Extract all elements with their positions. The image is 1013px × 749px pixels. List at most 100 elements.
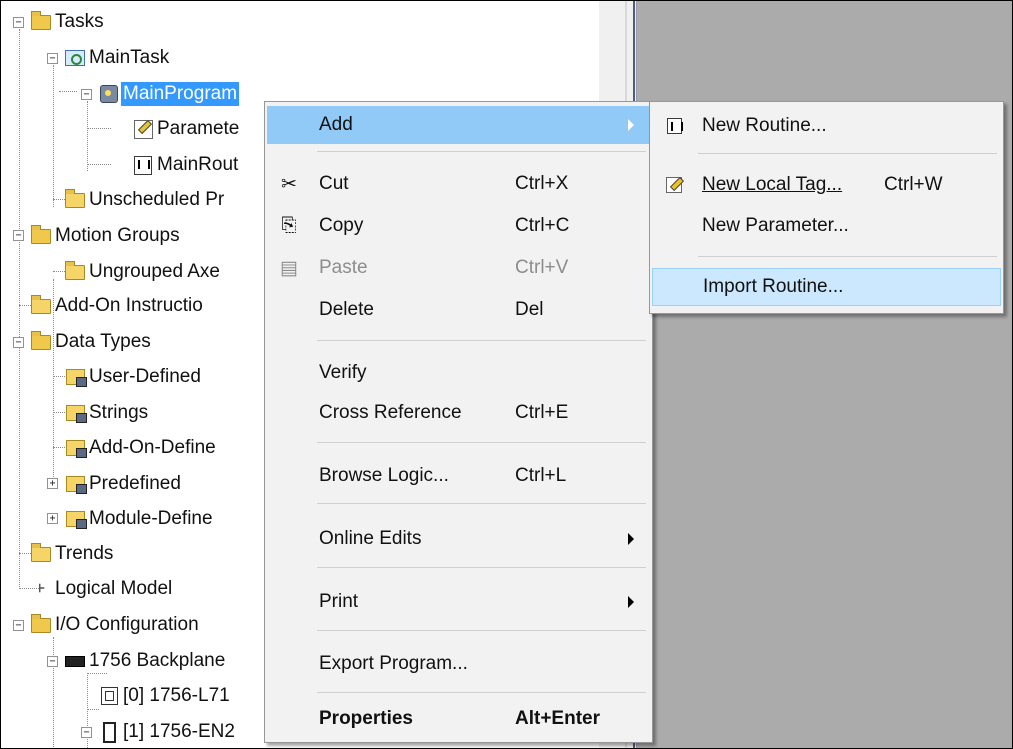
- tree-line: [53, 65, 54, 207]
- menu-item-new-parameter[interactable]: New Parameter...: [652, 208, 1001, 244]
- tree-item-predefined[interactable]: Predefined: [65, 470, 183, 498]
- tree-item-label: MainProgram: [119, 81, 241, 107]
- folder-open-icon: [31, 330, 51, 352]
- tree-item-motion-groups[interactable]: Motion Groups: [31, 222, 182, 250]
- tree-item-mainprogram[interactable]: MainProgram: [99, 80, 241, 108]
- menu-shortcut: Ctrl+V: [515, 257, 569, 278]
- tree-item-user-defined[interactable]: User-Defined: [65, 363, 203, 391]
- tree-item-ungrouped-axes[interactable]: Ungrouped Axe: [65, 258, 222, 286]
- tree-item-label: Data Types: [55, 331, 151, 352]
- tree-item-parameters[interactable]: Paramete: [133, 115, 241, 143]
- tree-item-strings[interactable]: Strings: [65, 399, 150, 427]
- collapse-toggle[interactable]: −: [47, 656, 58, 667]
- tree-item-label: Strings: [89, 402, 149, 423]
- tree-item-label: MainRout: [157, 154, 239, 175]
- menu-item-cut[interactable]: ✂ Cut Ctrl+X: [267, 166, 650, 202]
- menu-item-label: Delete: [319, 299, 374, 320]
- tree-item-label: Add-On Instructio: [55, 295, 203, 316]
- menu-item-print[interactable]: Print: [267, 584, 650, 620]
- menu-shortcut: Ctrl+W: [884, 174, 943, 195]
- menu-item-export-program[interactable]: Export Program...: [267, 646, 650, 682]
- folder-icon: [31, 542, 51, 564]
- parameters-icon: [133, 119, 153, 139]
- folder-open-icon: [31, 613, 51, 635]
- menu-item-delete[interactable]: Delete Del: [267, 292, 650, 328]
- menu-item-new-routine[interactable]: New Routine...: [652, 108, 1001, 144]
- tree-item-unscheduled-programs[interactable]: Unscheduled Pr: [65, 186, 226, 214]
- logical-model-icon: Ꮀ: [38, 582, 45, 595]
- tree-item-1756-l71[interactable]: [0] 1756-L71: [99, 682, 232, 710]
- program-icon: [99, 84, 119, 104]
- tree-item-label: Tasks: [55, 11, 104, 32]
- menu-shortcut: Alt+Enter: [515, 708, 600, 729]
- collapse-toggle[interactable]: −: [47, 53, 58, 64]
- data-type-folder-icon: [65, 438, 87, 458]
- menu-item-label: Cross Reference: [319, 402, 462, 423]
- tree-item-add-on-instructions[interactable]: Add-On Instructio: [31, 292, 205, 320]
- menu-item-label: Properties: [319, 708, 413, 729]
- menu-shortcut: Ctrl+C: [515, 215, 570, 236]
- tree-item-add-on-defined[interactable]: Add-On-Define: [65, 434, 218, 462]
- menu-item-label: Browse Logic...: [319, 465, 449, 486]
- tree-item-label: Module-Define: [89, 508, 213, 529]
- menu-item-verify[interactable]: Verify: [267, 355, 650, 391]
- menu-item-label: New Parameter...: [702, 215, 849, 236]
- menu-item-browse-logic[interactable]: Browse Logic... Ctrl+L: [267, 458, 650, 494]
- menu-item-copy[interactable]: ⎘ Copy Ctrl+C: [267, 208, 650, 244]
- tree-item-1756-backplane[interactable]: 1756 Backplane: [65, 647, 227, 675]
- menu-item-label: Copy: [319, 215, 364, 236]
- collapse-toggle[interactable]: −: [13, 620, 24, 631]
- menu-item-label: Online Edits: [319, 528, 422, 549]
- menu-item-online-edits[interactable]: Online Edits: [267, 521, 650, 557]
- tree-item-1756-en2[interactable]: [1] 1756-EN2: [99, 718, 237, 746]
- menu-item-label: New Local Tag...: [702, 174, 843, 195]
- menu-item-label: Export Program...: [319, 653, 468, 674]
- application-window: − − − − − + + − − − Tasks MainTask MainP…: [0, 0, 1013, 749]
- menu-shortcut: Ctrl+X: [515, 173, 569, 194]
- menu-item-add[interactable]: Add: [267, 106, 650, 144]
- tree-line: [19, 29, 20, 589]
- menu-item-cross-reference[interactable]: Cross Reference Ctrl+E: [267, 395, 650, 431]
- expand-toggle[interactable]: +: [47, 478, 58, 489]
- menu-shortcut: Ctrl+L: [515, 465, 567, 486]
- menu-item-label: New Routine...: [702, 115, 827, 136]
- tree-item-label: Ungrouped Axe: [89, 261, 220, 282]
- tree-item-label: I/O Configuration: [55, 614, 199, 635]
- tree-item-mainroutine[interactable]: MainRout: [133, 151, 240, 179]
- scissors-icon: ✂: [281, 173, 297, 195]
- tree-item-trends[interactable]: Trends: [31, 540, 115, 568]
- collapse-toggle[interactable]: −: [13, 17, 24, 28]
- collapse-toggle[interactable]: −: [81, 727, 92, 738]
- collapse-toggle[interactable]: −: [13, 230, 24, 241]
- tree-item-label: User-Defined: [89, 366, 201, 387]
- controller-icon: [99, 686, 119, 706]
- submenu-arrow-icon: [628, 596, 634, 608]
- menu-shortcut: Del: [515, 299, 544, 320]
- data-type-folder-icon: [65, 367, 87, 387]
- tree-item-io-configuration[interactable]: I/O Configuration: [31, 611, 201, 639]
- menu-item-paste[interactable]: ▤ Paste Ctrl+V: [267, 250, 650, 286]
- add-submenu: New Routine... New Local Tag... Ctrl+W N…: [649, 101, 1004, 314]
- tree-item-label: Logical Model: [55, 578, 173, 599]
- menu-item-import-routine[interactable]: Import Routine...: [652, 268, 1001, 306]
- tree-item-maintask[interactable]: MainTask: [65, 44, 171, 72]
- data-type-folder-icon: [65, 509, 87, 529]
- tree-item-label: Unscheduled Pr: [89, 189, 225, 210]
- tree-item-tasks[interactable]: Tasks: [31, 8, 106, 36]
- tree-item-data-types[interactable]: Data Types: [31, 328, 153, 356]
- menu-item-properties[interactable]: Properties Alt+Enter: [267, 701, 650, 737]
- menu-item-label: Verify: [319, 362, 367, 383]
- folder-icon: [65, 260, 85, 282]
- collapse-toggle[interactable]: −: [13, 337, 24, 348]
- menu-item-label: Add: [319, 114, 353, 135]
- collapse-toggle[interactable]: −: [81, 89, 92, 100]
- backplane-icon: [65, 651, 85, 671]
- tree-line: [87, 101, 88, 171]
- menu-item-new-local-tag[interactable]: New Local Tag... Ctrl+W: [652, 167, 1001, 203]
- tree-item-label: [0] 1756-L71: [123, 685, 230, 706]
- tree-item-label: Trends: [55, 543, 114, 564]
- tree-item-module-defined[interactable]: Module-Define: [65, 505, 215, 533]
- tree-item-logical-model[interactable]: Ꮀ Logical Model: [31, 575, 174, 603]
- expand-toggle[interactable]: +: [47, 513, 58, 524]
- tree-item-label: Predefined: [89, 473, 181, 494]
